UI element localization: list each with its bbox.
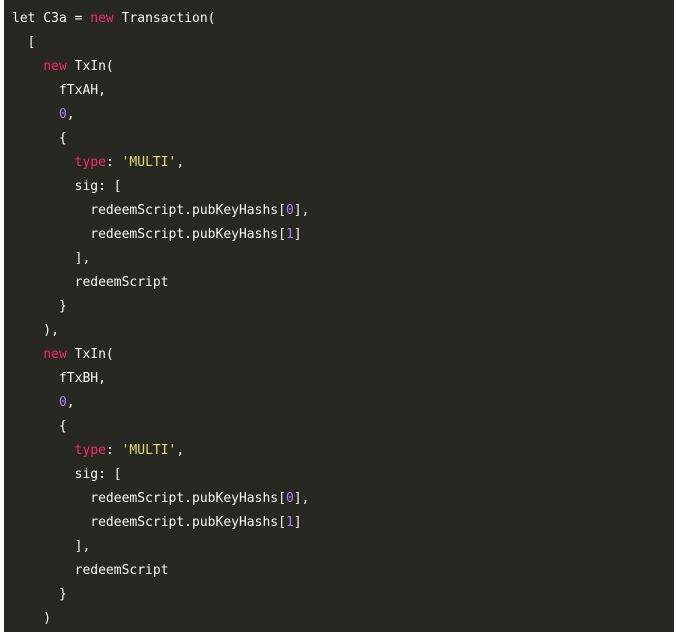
code-line: redeemScript [12,271,674,295]
code-line: } [12,583,674,607]
code-line: new TxIn( [12,343,674,367]
code-line: ) [12,607,674,631]
code-line: redeemScript [12,559,674,583]
code-token: , [176,443,185,458]
code-line: ], [12,247,674,271]
code-token: 0 [285,203,294,218]
code-token: : [105,443,122,458]
code-line: redeemScript.pubKeyHashs[0], [12,199,674,223]
code-line: ], [12,535,674,559]
code-line: 0, [12,103,674,127]
code-line: redeemScript.pubKeyHashs[1] [12,511,674,535]
code-token: { [12,131,67,146]
code-block[interactable]: let C3a = new Transaction( [ new TxIn( f… [4,0,674,632]
code-token: TxIn( [66,347,114,362]
code-token: new [43,347,67,362]
code-token: ) [12,611,52,626]
code-token: 0 [58,107,67,122]
code-token: redeemScript.pubKeyHashs[ [12,491,286,506]
code-token: Transaction( [113,11,216,26]
code-token: redeemScript [12,563,169,578]
code-token: ], [293,491,310,506]
code-token: } [12,587,67,602]
code-line: redeemScript.pubKeyHashs[0], [12,487,674,511]
code-line: type: 'MULTI', [12,439,674,463]
code-line: fTxAH, [12,79,674,103]
code-token: type [74,443,106,458]
code-token: , [176,155,185,170]
code-line: sig: [ [12,175,674,199]
code-token: 'MULTI' [121,155,177,170]
code-token: 1 [285,515,294,530]
code-token: ] [293,227,302,242]
code-token: TxIn( [66,59,114,74]
code-token: , [66,395,75,410]
code-line: new TxIn( [12,55,674,79]
code-token: { [12,419,67,434]
code-token: ] [293,515,302,530]
code-token: let C3a = [12,11,91,26]
code-token: new [43,59,67,74]
code-line: redeemScript.pubKeyHashs[1] [12,223,674,247]
code-token: new [90,11,114,26]
code-line: [ [12,31,674,55]
code-token: fTxBH, [12,371,106,386]
code-token: sig: [ [12,467,122,482]
code-lines: let C3a = new Transaction( [ new TxIn( f… [12,7,674,631]
code-token: redeemScript.pubKeyHashs[ [12,227,286,242]
code-token: fTxAH, [12,83,106,98]
code-line: sig: [ [12,463,674,487]
code-token: 0 [285,491,294,506]
code-token: type [74,155,106,170]
code-token: } [12,299,67,314]
code-token: 'MULTI' [121,443,177,458]
code-token: : [105,155,122,170]
code-line: { [12,127,674,151]
code-token: redeemScript.pubKeyHashs[ [12,515,286,530]
code-token: redeemScript.pubKeyHashs[ [12,203,286,218]
code-line: let C3a = new Transaction( [12,7,674,31]
code-token: ], [12,539,91,554]
code-line: type: 'MULTI', [12,151,674,175]
code-line: 0, [12,391,674,415]
code-token: , [66,107,75,122]
code-token: 0 [58,395,67,410]
code-token: 1 [285,227,294,242]
code-token: [ [12,35,36,50]
code-token: ], [293,203,310,218]
code-line: { [12,415,674,439]
code-line: } [12,295,674,319]
code-token: ], [12,251,91,266]
code-line: ), [12,319,674,343]
code-line: fTxBH, [12,367,674,391]
code-token: redeemScript [12,275,169,290]
code-token: ), [12,323,59,338]
code-token: sig: [ [12,179,122,194]
